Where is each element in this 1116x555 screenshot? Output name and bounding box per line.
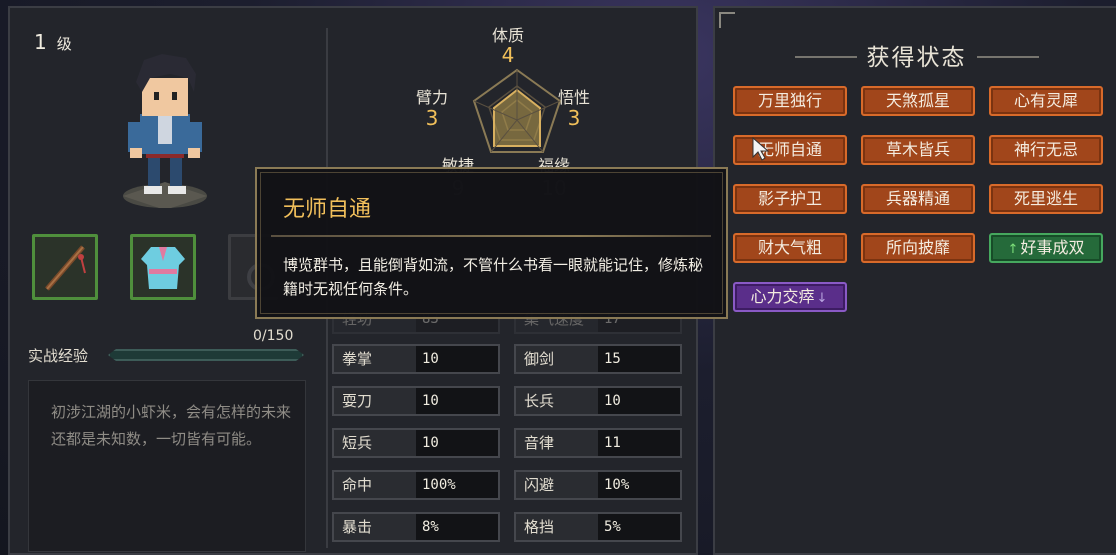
status-item[interactable]: 所向披靡 bbox=[861, 233, 975, 263]
tooltip-title: 无师自通 bbox=[283, 197, 372, 222]
stat-insight-label: 悟性 bbox=[557, 88, 590, 107]
exp-count: 0/150 bbox=[253, 328, 294, 344]
status-item[interactable]: 神行无忌 bbox=[989, 135, 1103, 165]
stat-label: 御剑 bbox=[514, 344, 598, 374]
stat-value: 10% bbox=[598, 470, 682, 500]
armor-slot[interactable] bbox=[130, 234, 196, 300]
status-item[interactable]: 财大气粗 bbox=[733, 233, 847, 263]
description-box: 初涉江湖的小虾米，会有怎样的未来还都是未知数，一切皆有可能。 bbox=[28, 380, 306, 552]
stat-value: 100% bbox=[416, 470, 500, 500]
stat-strength-label: 臂力 bbox=[415, 88, 448, 107]
level-number: 1 bbox=[34, 30, 47, 54]
status-item[interactable]: 影子护卫 bbox=[733, 184, 847, 214]
stat-value: 10 bbox=[598, 386, 682, 416]
status-item[interactable]: 无师自通 bbox=[733, 135, 847, 165]
stat-label: 拳掌 bbox=[332, 344, 416, 374]
stat-label: 长兵 bbox=[514, 386, 598, 416]
stat-strength-value: 3 bbox=[425, 106, 439, 130]
stat-value: 8% bbox=[416, 512, 500, 542]
arrow-up-icon: ↑ bbox=[1007, 242, 1019, 257]
status-item[interactable]: 死里逃生 bbox=[989, 184, 1103, 214]
stat-value: 10 bbox=[416, 386, 500, 416]
title-ornament-right bbox=[977, 56, 1039, 58]
status-item-buff[interactable]: ↑ 好事成双 bbox=[989, 233, 1103, 263]
character-portrait[interactable] bbox=[110, 48, 220, 208]
status-item-debuff[interactable]: 心力交瘁 ↓ bbox=[733, 282, 847, 312]
status-item-label: 心力交瘁 bbox=[750, 287, 815, 306]
mouse-cursor-icon bbox=[752, 137, 770, 161]
stat-value: 10 bbox=[416, 344, 500, 374]
tooltip-body: 博览群书，且能倒背如流，不管什么书看一眼就能记住，修炼秘籍时无视任何条件。 bbox=[283, 256, 704, 298]
exp-bar bbox=[108, 349, 304, 361]
status-item[interactable]: 兵器精通 bbox=[861, 184, 975, 214]
stat-value: 10 bbox=[416, 428, 500, 458]
stat-value: 11 bbox=[598, 428, 682, 458]
stat-label: 暴击 bbox=[332, 512, 416, 542]
stat-label: 短兵 bbox=[332, 428, 416, 458]
status-item[interactable]: 万里独行 bbox=[733, 86, 847, 116]
corner-ornament bbox=[719, 12, 735, 28]
stat-label: 耍刀 bbox=[332, 386, 416, 416]
staff-icon bbox=[45, 245, 86, 291]
stat-value: 15 bbox=[598, 344, 682, 374]
stat-constitution-value: 4 bbox=[501, 43, 515, 67]
arrow-down-icon: ↓ bbox=[816, 291, 828, 306]
weapon-slot[interactable] bbox=[32, 234, 98, 300]
stat-value: 5% bbox=[598, 512, 682, 542]
stat-label: 格挡 bbox=[514, 512, 598, 542]
status-item[interactable]: 草木皆兵 bbox=[861, 135, 975, 165]
level-unit: 级 bbox=[56, 35, 72, 53]
stat-label: 闪避 bbox=[514, 470, 598, 500]
status-panel-title: 获得状态 bbox=[866, 45, 967, 71]
status-tooltip: 无师自通 博览群书，且能倒背如流，不管什么书看一眼就能记住，修炼秘籍时无视任何条… bbox=[255, 167, 728, 319]
character-description: 初涉江湖的小虾米，会有怎样的未来还都是未知数，一切皆有可能。 bbox=[51, 403, 292, 448]
status-item[interactable]: 天煞孤星 bbox=[861, 86, 975, 116]
stat-insight-value: 3 bbox=[567, 106, 581, 130]
stat-label: 音律 bbox=[514, 428, 598, 458]
character-level: 1级 bbox=[34, 30, 72, 54]
stat-label: 命中 bbox=[332, 470, 416, 500]
robe-icon bbox=[141, 247, 185, 289]
exp-label: 实战经验 bbox=[28, 347, 89, 365]
attribute-radar bbox=[472, 68, 562, 153]
status-panel: 获得状态 万里独行 天煞孤星 心有灵犀 无师自通 草木皆兵 神行无忌 影子护卫 … bbox=[713, 6, 1116, 555]
tooltip-divider bbox=[271, 235, 711, 237]
status-item[interactable]: 心有灵犀 bbox=[989, 86, 1103, 116]
status-item-label: 好事成双 bbox=[1020, 238, 1085, 257]
